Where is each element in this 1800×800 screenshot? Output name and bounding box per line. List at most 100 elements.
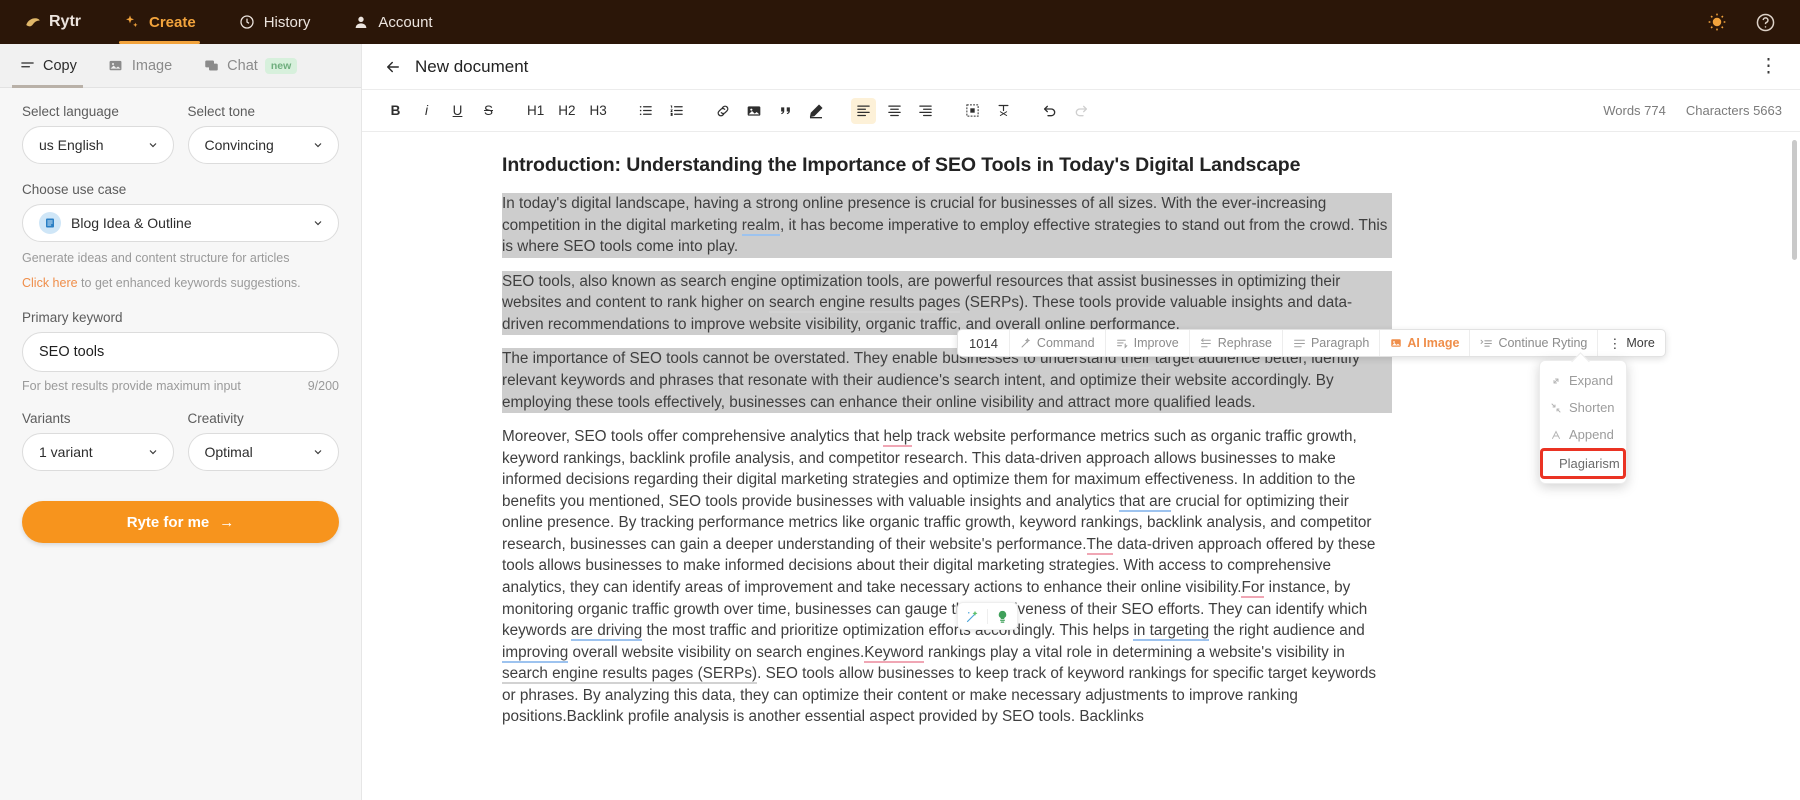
person-icon [352,13,370,31]
bold-button[interactable]: B [383,98,408,124]
brand-logo[interactable]: Rytr [24,0,81,44]
paragraph-3: The importance of SEO tools cannot be ov… [502,348,1392,413]
ai-paragraph-button[interactable]: Paragraph [1282,330,1379,356]
arrow-left-icon[interactable] [384,58,402,76]
tone-select[interactable]: Convincing [188,126,340,164]
tone-label: Select tone [188,104,340,119]
menu-item-append[interactable]: Append [1540,421,1626,448]
clear-format-button[interactable] [991,98,1016,124]
align-left-button[interactable] [851,98,876,124]
align-right-button[interactable] [913,98,938,124]
tab-chat[interactable]: Chat new [202,44,297,88]
word-count: Words 774 [1603,103,1666,118]
align-center-icon [887,103,902,118]
rephrase-icon [1200,337,1213,350]
creativity-value: Optimal [205,444,313,460]
primary-keyword-helper-row: For best results provide maximum input 9… [22,379,339,393]
use-case-select[interactable]: Blog Idea & Outline [22,204,339,242]
variants-value: 1 variant [39,444,147,460]
paragraph-icon [1293,337,1306,350]
tone-value: Convincing [205,137,313,153]
sun-icon[interactable] [1706,11,1728,33]
brand-label: Rytr [49,13,81,31]
ai-image-button[interactable]: AI Image [1379,330,1469,356]
kebab-menu-icon: ⋮ [1608,337,1621,350]
ryte-for-me-button[interactable]: Ryte for me → [22,501,339,543]
chevron-down-icon [147,139,159,151]
help-circle-icon[interactable] [1754,11,1776,33]
inline-suggestion-bubble [957,602,1018,630]
primary-keyword-input[interactable]: SEO tools [22,332,339,372]
heading-2-button[interactable]: H2 [554,98,579,124]
ai-selection-toolbar: 1014 Command Improve Rephrase Paragraph [957,329,1666,357]
image-button[interactable] [742,98,767,124]
tab-copy-label: Copy [43,58,77,74]
underline-button[interactable]: U [445,98,470,124]
insert-block-button[interactable] [960,98,985,124]
italic-button[interactable]: i [414,98,439,124]
menu-item-shorten[interactable]: Shorten [1540,394,1626,421]
heading-1-button[interactable]: H1 [523,98,548,124]
nav-item-account[interactable]: Account [352,0,432,44]
sidebar-tabs: Copy Image Chat new [0,44,361,88]
bullet-list-button[interactable] [633,98,658,124]
keyword-suggestion-line: Click here to get enhanced keywords sugg… [22,274,339,292]
redo-icon [1073,103,1089,119]
undo-button[interactable] [1038,98,1063,124]
primary-keyword-helper: For best results provide maximum input [22,379,241,393]
heading-3-button[interactable]: H3 [586,98,611,124]
ai-rephrase-button[interactable]: Rephrase [1189,330,1282,356]
primary-keyword-field: Primary keyword SEO tools For best resul… [22,310,339,393]
click-here-link[interactable]: Click here [22,276,78,290]
redo-button[interactable] [1069,98,1094,124]
image-icon [746,103,762,119]
link-button[interactable] [711,98,736,124]
undo-icon [1042,103,1058,119]
numbered-list-button[interactable] [664,98,689,124]
improve-icon [1116,337,1129,350]
language-field: Select language us English [22,104,174,164]
insight-bulb-button[interactable] [987,609,1017,624]
kebab-menu-icon[interactable]: ⋮ [1759,57,1778,76]
more-dropdown-menu: Expand Shorten Append Plagiarism [1539,360,1627,484]
variants-select[interactable]: 1 variant [22,433,174,471]
tab-image[interactable]: Image [107,44,172,88]
nav-item-history[interactable]: History [238,0,311,44]
ai-continue-ryting-button[interactable]: Continue Ryting [1469,330,1597,356]
link-icon [715,103,731,119]
chevron-down-icon [312,217,324,229]
numbered-list-icon [669,103,684,118]
nav-item-create[interactable]: Create [123,0,196,44]
ai-improve-button[interactable]: Improve [1105,330,1189,356]
language-select[interactable]: us English [22,126,174,164]
ai-more-button[interactable]: ⋮ More [1597,330,1664,356]
primary-keyword-counter: 9/200 [308,379,339,393]
creativity-label: Creativity [188,411,340,426]
menu-item-expand[interactable]: Expand [1540,367,1626,394]
quote-button[interactable] [773,98,798,124]
chevron-down-icon [312,139,324,151]
magic-wand-button[interactable] [958,609,987,624]
vertical-scrollbar-thumb[interactable] [1792,140,1797,260]
tab-image-label: Image [132,58,172,74]
language-tone-row: Select language us English Select tone C… [22,104,339,164]
align-center-button[interactable] [882,98,907,124]
clear-format-icon [996,103,1011,118]
quote-icon [778,103,793,118]
document-content[interactable]: Introduction: Understanding the Importan… [502,154,1392,728]
menu-item-plagiarism[interactable]: Plagiarism [1542,450,1624,477]
align-right-icon [918,103,933,118]
ai-command-button[interactable]: Command [1009,330,1105,356]
click-here-suffix: to get enhanced keywords suggestions. [78,276,301,290]
insert-block-icon [965,103,980,118]
shorten-icon [1550,402,1562,414]
use-case-value: Blog Idea & Outline [71,215,312,231]
tab-copy[interactable]: Copy [18,44,77,88]
chat-icon [202,57,220,75]
sidebar-form: Select language us English Select tone C… [0,88,361,543]
sidebar-panel: Copy Image Chat new Select language [0,44,362,800]
variants-field: Variants 1 variant [22,411,174,471]
highlight-pen-button[interactable] [804,98,829,124]
strikethrough-button[interactable]: S [476,98,501,124]
creativity-select[interactable]: Optimal [188,433,340,471]
